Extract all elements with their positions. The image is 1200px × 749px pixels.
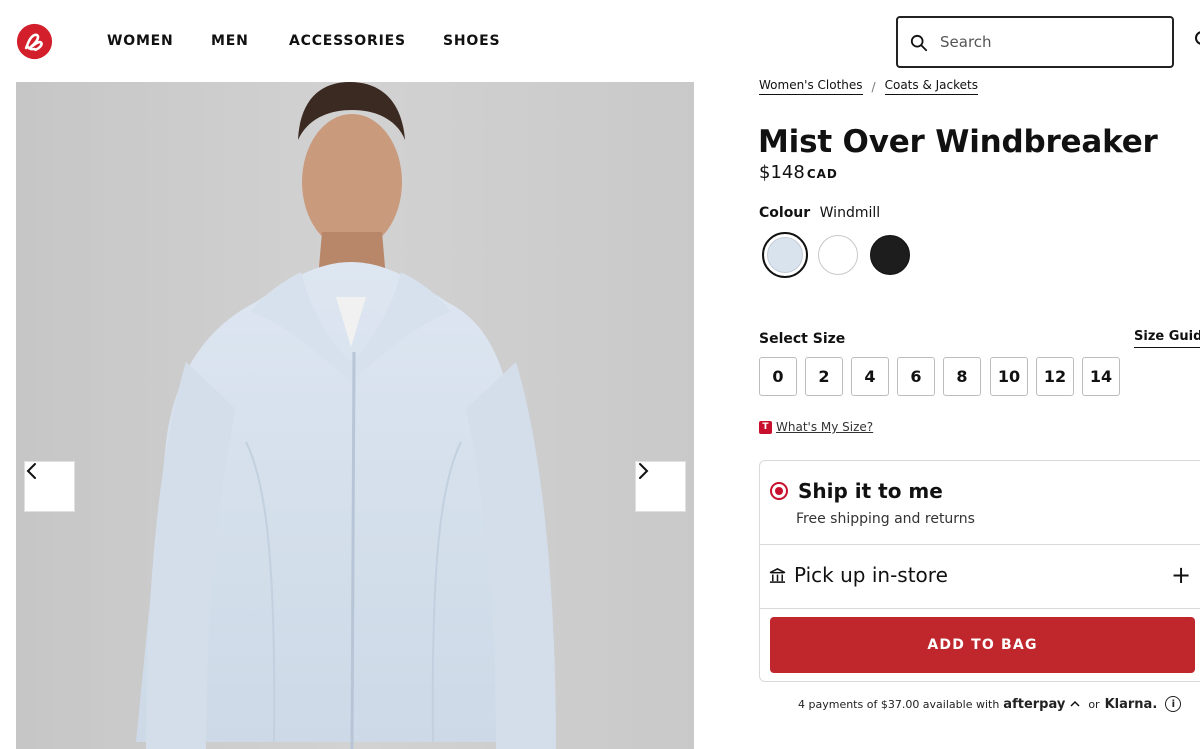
- breadcrumb: Women's Clothes / Coats & Jackets: [759, 78, 978, 95]
- carousel-next-button[interactable]: [635, 461, 686, 512]
- fit-finder-text[interactable]: What's My Size?: [776, 420, 873, 434]
- afterpay-logo: afterpay: [1003, 696, 1066, 712]
- info-icon[interactable]: i: [1165, 696, 1182, 712]
- pickup-expand-icon[interactable]: +: [1171, 561, 1191, 589]
- ship-subtitle: Free shipping and returns: [796, 511, 975, 527]
- store-icon: [769, 568, 786, 583]
- search-icon: [910, 34, 928, 52]
- size-button-2[interactable]: 2: [805, 357, 843, 396]
- afterpay-arrows-icon: [1070, 700, 1080, 707]
- size-button-0[interactable]: 0: [759, 357, 797, 396]
- size-label: Select Size: [759, 331, 846, 347]
- product-title: Mist Over Windbreaker: [758, 124, 1158, 160]
- payments-text: 4 payments of $37.00 available with: [798, 697, 1000, 711]
- size-button-12[interactable]: 12: [1036, 357, 1074, 396]
- colour-label: Colour: [759, 205, 811, 221]
- payment-options: 4 payments of $37.00 available with afte…: [798, 696, 1182, 712]
- size-button-8[interactable]: 8: [943, 357, 981, 396]
- product-image: [16, 82, 694, 749]
- pickup-title: Pick up in-store: [794, 563, 948, 587]
- account-icon[interactable]: [1190, 30, 1200, 54]
- breadcrumb-coats-jackets[interactable]: Coats & Jackets: [884, 78, 978, 95]
- breadcrumb-womens-clothes[interactable]: Women's Clothes: [759, 78, 863, 95]
- search-box[interactable]: [896, 16, 1174, 68]
- fit-finder-link[interactable]: T What's My Size?: [759, 420, 873, 434]
- size-button-14[interactable]: 14: [1082, 357, 1120, 396]
- search-input[interactable]: [940, 26, 1160, 58]
- swatch-windmill-fill: [767, 237, 803, 273]
- klarna-logo: Klarna.: [1104, 696, 1158, 712]
- price-amount: $148: [759, 162, 805, 183]
- nav-shoes[interactable]: SHOES: [443, 33, 500, 49]
- model-photo: [16, 82, 694, 749]
- payments-or: or: [1088, 697, 1100, 711]
- carousel-prev-button[interactable]: [24, 461, 75, 512]
- size-button-6[interactable]: 6: [897, 357, 935, 396]
- add-to-bag-button[interactable]: ADD TO BAG: [770, 617, 1195, 673]
- ship-title: Ship it to me: [798, 479, 943, 503]
- size-guide-link[interactable]: Size Guide: [1134, 329, 1200, 348]
- nav-women[interactable]: WOMEN: [107, 33, 174, 49]
- breadcrumb-separator: /: [871, 79, 876, 94]
- fulfilment-panel: Ship it to me Free shipping and returns …: [759, 460, 1200, 682]
- site-header: WOMEN MEN ACCESSORIES SHOES: [0, 0, 1200, 82]
- swatch-black[interactable]: [870, 235, 910, 275]
- size-button-4[interactable]: 4: [851, 357, 889, 396]
- ship-radio[interactable]: [770, 482, 788, 500]
- nav-accessories[interactable]: ACCESSORIES: [289, 33, 406, 49]
- pickup-option[interactable]: Pick up in-store +: [760, 545, 1200, 609]
- size-button-10[interactable]: 10: [990, 357, 1028, 396]
- chevron-right-icon: [639, 463, 649, 479]
- radio-selected-dot: [775, 487, 783, 495]
- colour-value: Windmill: [819, 205, 881, 221]
- lululemon-logo[interactable]: [16, 23, 53, 60]
- swatch-windmill[interactable]: [762, 232, 808, 278]
- colour-row: Colour Windmill: [759, 205, 880, 221]
- chevron-left-icon: [26, 463, 36, 479]
- true-fit-icon: T: [759, 420, 772, 434]
- product-price: $148 CAD: [759, 162, 838, 183]
- ship-option[interactable]: Ship it to me Free shipping and returns: [760, 461, 1200, 545]
- swatch-white[interactable]: [818, 235, 858, 275]
- price-currency: CAD: [806, 167, 838, 181]
- nav-men[interactable]: MEN: [211, 33, 249, 49]
